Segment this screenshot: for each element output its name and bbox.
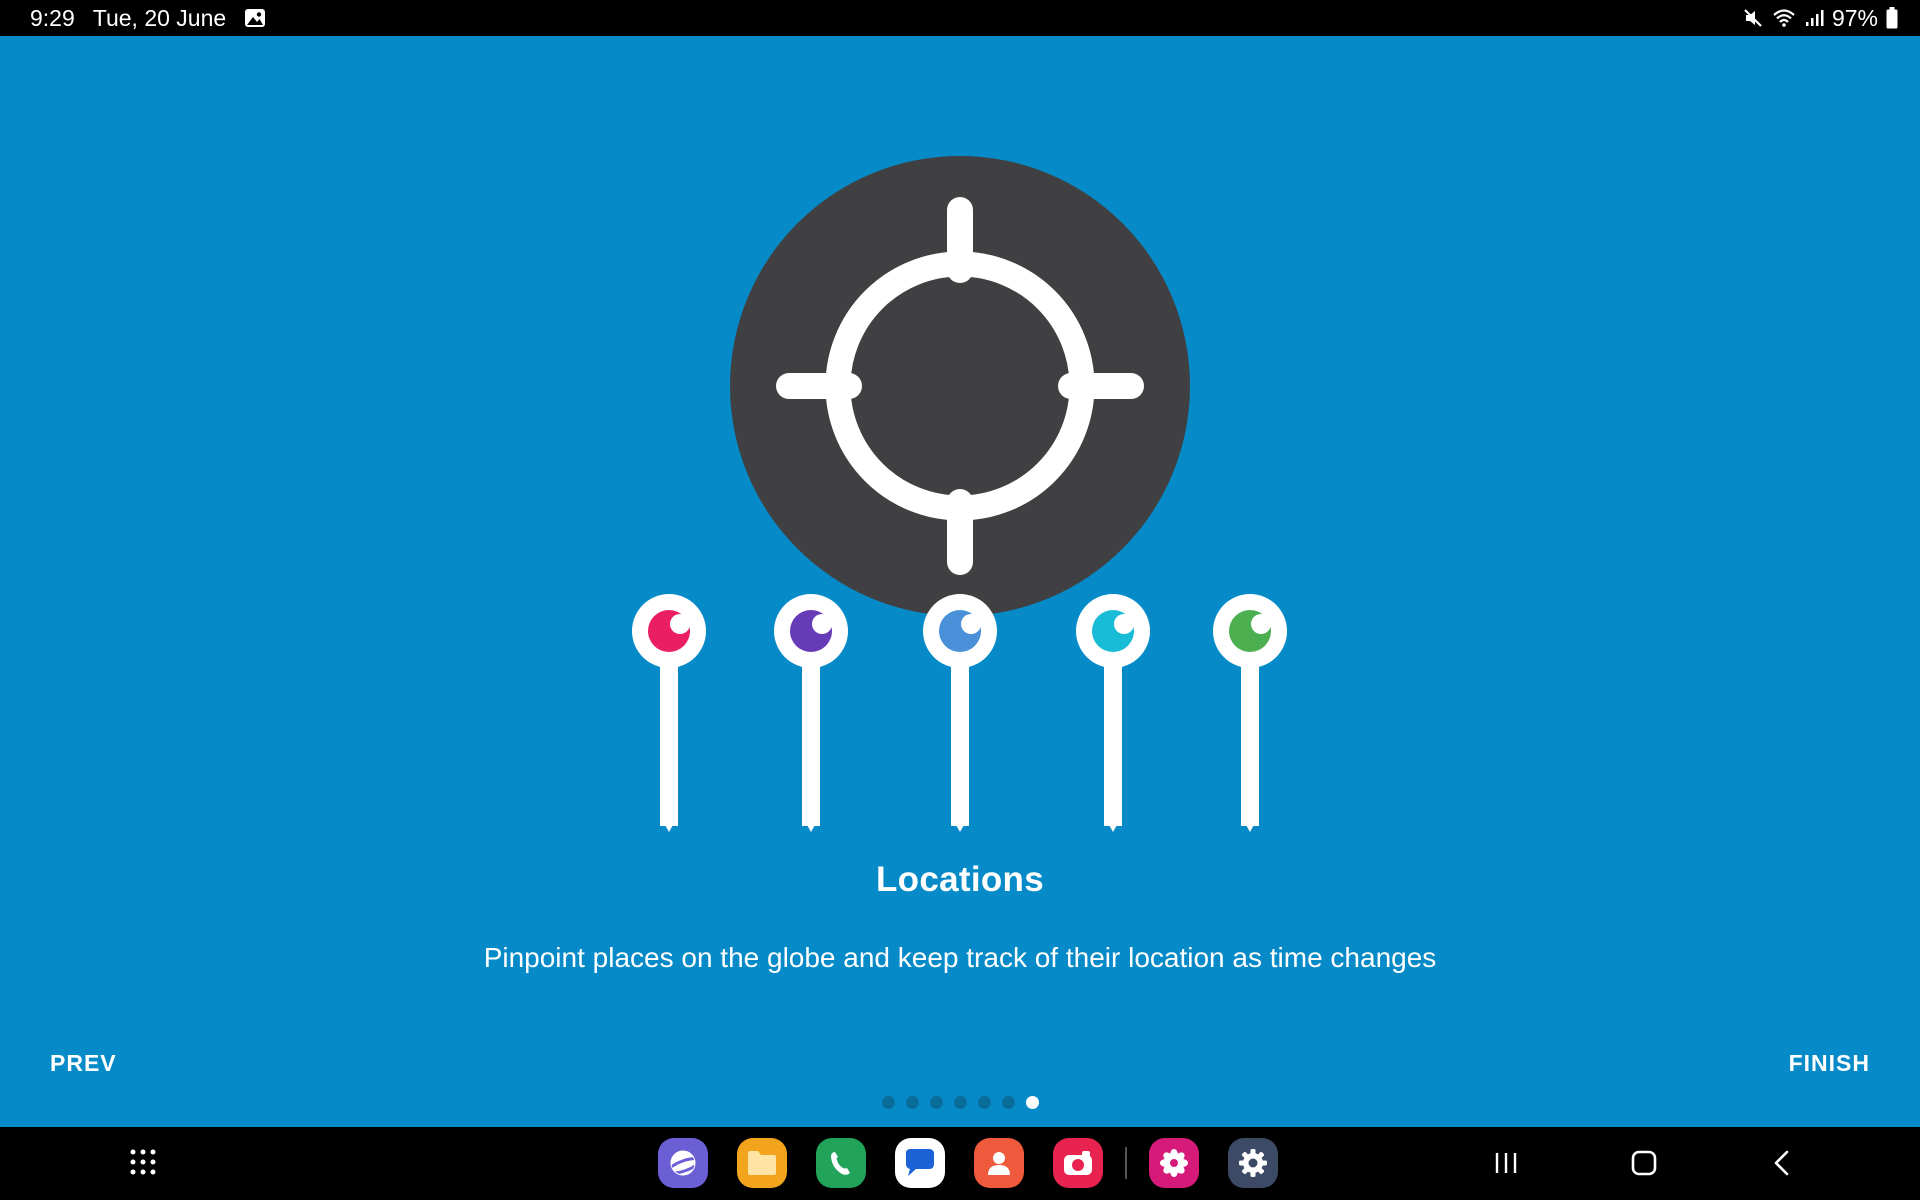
- status-bar: 9:29 Tue, 20 June 97%: [0, 0, 1920, 36]
- mute-icon: [1742, 7, 1764, 29]
- home-icon[interactable]: [1622, 1141, 1666, 1185]
- recent-apps-icon[interactable]: [1484, 1141, 1528, 1185]
- phone-icon[interactable]: [816, 1138, 866, 1188]
- location-pin-green: [1213, 594, 1287, 832]
- location-pin-purple: [774, 594, 848, 832]
- location-pin-blue: [923, 594, 997, 832]
- my-files-icon[interactable]: [737, 1138, 787, 1188]
- page-dot: [882, 1096, 895, 1109]
- page-dot: [930, 1096, 943, 1109]
- dock-divider: [1125, 1147, 1127, 1179]
- signal-icon: [1804, 8, 1824, 28]
- locations-illustration: [632, 156, 1287, 832]
- page-dot: [978, 1096, 991, 1109]
- finish-button[interactable]: FINISH: [1779, 1042, 1880, 1085]
- battery-icon: [1886, 7, 1898, 29]
- page-title: Locations: [876, 860, 1044, 899]
- contacts-icon[interactable]: [974, 1138, 1024, 1188]
- prev-button[interactable]: PREV: [40, 1042, 127, 1085]
- camera-icon[interactable]: [1053, 1138, 1103, 1188]
- app-dock: [658, 1135, 1307, 1191]
- gallery-notification-icon: [244, 8, 266, 28]
- page-description: Pinpoint places on the globe and keep tr…: [483, 942, 1437, 973]
- navigation-bar: [0, 1127, 1920, 1200]
- date: Tue, 20 June: [92, 4, 227, 31]
- gallery-app-icon[interactable]: [1149, 1138, 1199, 1188]
- location-pin-pink: [632, 594, 706, 832]
- page-dot-active: [1026, 1096, 1039, 1109]
- clock: 9:29: [30, 4, 75, 31]
- location-pin-cyan: [1076, 594, 1150, 832]
- apps-grid-icon[interactable]: [128, 1147, 158, 1177]
- page-dot: [1002, 1096, 1015, 1109]
- wifi-icon: [1772, 8, 1796, 28]
- battery-percent: 97%: [1831, 4, 1878, 31]
- back-icon[interactable]: [1760, 1141, 1804, 1185]
- location-crosshair-icon: [730, 156, 1190, 616]
- messages-icon[interactable]: [895, 1138, 945, 1188]
- page-indicator: [882, 1096, 1039, 1109]
- page-dot: [906, 1096, 919, 1109]
- internet-icon[interactable]: [658, 1138, 708, 1188]
- page-dot: [954, 1096, 967, 1109]
- settings-icon[interactable]: [1228, 1138, 1278, 1188]
